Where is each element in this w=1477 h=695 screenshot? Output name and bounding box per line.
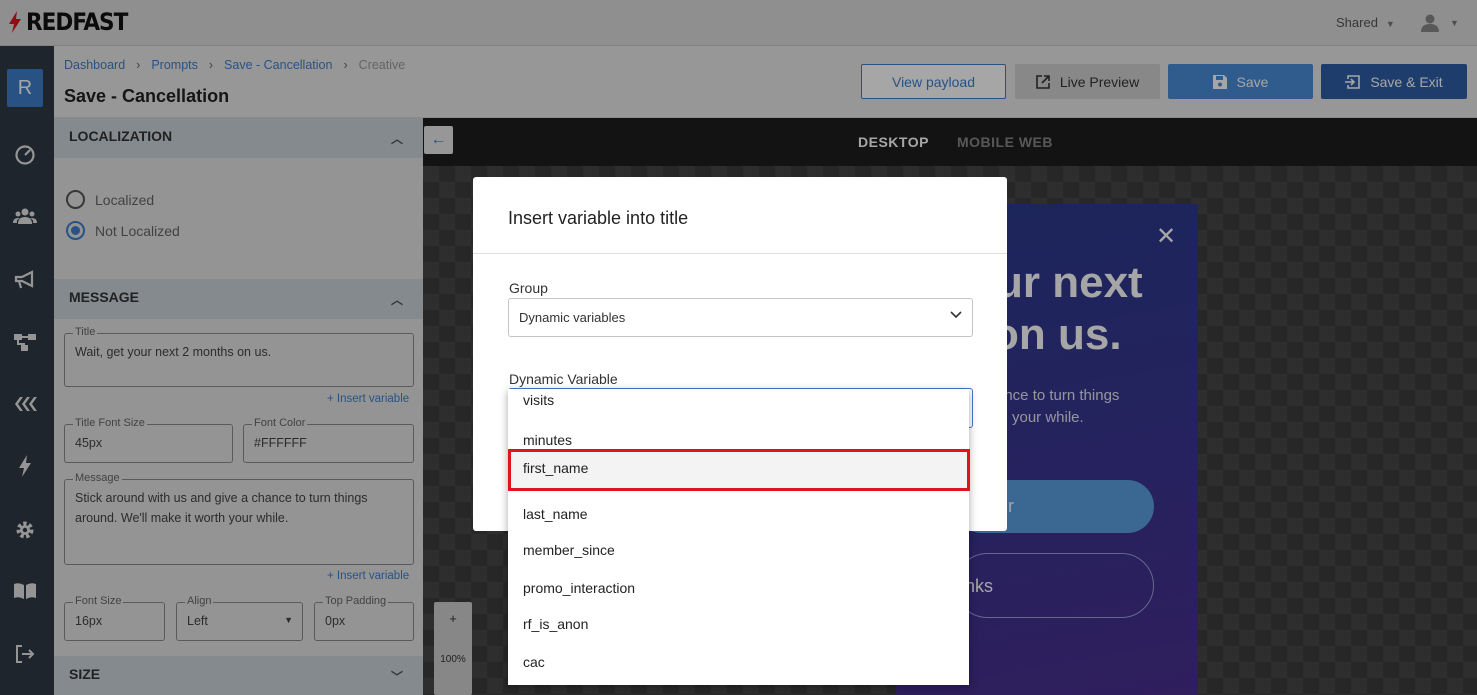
group-select[interactable]: Dynamic variables (508, 298, 973, 337)
dynamic-variable-label: Dynamic Variable (509, 371, 618, 387)
highlight-box (508, 449, 970, 491)
chevron-down-icon (950, 311, 962, 319)
option-visits[interactable]: visits (508, 389, 969, 419)
group-label: Group (509, 280, 548, 296)
option-rf-is-anon[interactable]: rf_is_anon (508, 606, 969, 643)
option-promo-interaction[interactable]: promo_interaction (508, 570, 969, 607)
dialog-title: Insert variable into title (508, 208, 689, 228)
dynamic-variable-dropdown: visits minutes first_name last_name memb… (508, 389, 969, 685)
option-cac[interactable]: cac (508, 644, 969, 681)
option-last-name[interactable]: last_name (508, 496, 969, 533)
group-select-value: Dynamic variables (519, 310, 626, 325)
option-member-since[interactable]: member_since (508, 532, 969, 569)
dialog-divider (473, 253, 1007, 254)
